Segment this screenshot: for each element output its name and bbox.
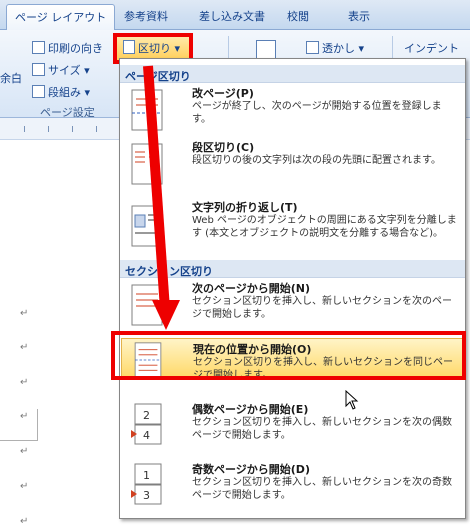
orientation-label: 印刷の向き [48,42,103,55]
menu-item-odd-page[interactable]: 1 3 奇数ページから開始(D) セクション区切りを挿入し、新しいセクションを次… [121,459,464,511]
page-icon [256,40,276,60]
orientation-icon [32,41,45,54]
tab-mailings[interactable]: 差し込み文書 [199,8,265,24]
highlight-box [111,331,466,380]
menu-item-description: Web ページのオブジェクトの周囲にある文字列を分離します (本文とオブジェクト… [192,215,457,239]
mouse-cursor-icon [345,390,359,410]
svg-text:3: 3 [143,489,150,502]
size-label: サイズ [48,64,81,77]
tab-review[interactable]: 校閲 [287,8,309,24]
paragraph-mark: ↵ [20,308,29,319]
menu-item-title: 奇数ページから開始(D) [192,463,310,476]
size-button[interactable]: サイズ ▾ [32,62,90,78]
orientation-button[interactable]: 印刷の向き [32,40,103,56]
page-size-icon [32,63,45,76]
watermark-icon [306,41,319,54]
paragraph-mark: ↵ [20,446,29,457]
menu-item-description: セクション区切りを挿入し、新しいセクションを次のページで開始します。 [192,296,452,320]
margins-button[interactable]: 余白 [0,70,22,86]
menu-header-section-breaks: セクション区切り [120,260,465,278]
watermark-label: 透かし [322,42,355,55]
tab-references[interactable]: 参考資料 [124,8,168,24]
menu-item-title: 次のページから開始(N) [192,282,311,295]
menu-item-description: ページが終了し、次のページが開始する位置を登録します。 [192,101,442,125]
tab-page-layout[interactable]: ページ レイアウト [6,4,116,31]
paragraph-mark: ↵ [20,516,29,527]
svg-text:4: 4 [143,429,150,442]
red-arrow-head [152,300,180,330]
even-page-section-icon: 2 4 [131,403,162,445]
tab-view[interactable]: 表示 [348,8,370,24]
menu-item-description: セクション区切りを挿入し、新しいセクションを次の偶数ページで開始します。 [192,417,452,441]
ribbon-tab-bar: ページ レイアウト 参考資料 差し込み文書 校閲 表示 [0,0,470,31]
menu-item-title: 文字列の折り返し(T) [192,201,298,214]
paragraph-mark: ↵ [20,342,29,353]
ruler-tick [96,126,97,132]
menu-item-page-break[interactable]: 改ページ(P) ページが終了し、次のページが開始する位置を登録します。 [121,83,464,133]
menu-item-description: 段区切りの後の文字列は次の段の先頭に配置されます。 [192,155,441,166]
menu-item-title: 改ページ(P) [192,87,254,100]
breaks-label: 区切り [138,42,171,55]
columns-button[interactable]: 段組み ▾ [32,84,90,100]
paragraph-mark: ↵ [20,411,29,422]
menu-item-column-break[interactable]: 段区切り(C) 段区切りの後の文字列は次の段の先頭に配置されます。 [121,137,464,195]
columns-label: 段組み [48,86,81,99]
breaks-dropdown-menu: ページ区切り 改ページ(P) ページが終了し、次のページが開始する位置を登録しま… [119,58,466,519]
chevron-down-icon: ▾ [174,42,181,55]
menu-item-title: 偶数ページから開始(E) [192,403,309,416]
ruler-tick [72,126,73,132]
indent-label: インデント [404,42,459,55]
svg-text:2: 2 [143,409,150,422]
paragraph-mark: ↵ [20,377,29,388]
page-corner [0,409,38,441]
svg-text:1: 1 [143,469,150,482]
ruler-tick [48,126,49,132]
ruler-tick [24,126,25,132]
menu-item-title: 段区切り(C) [192,141,255,154]
page-break-icon [123,40,135,54]
menu-item-even-page[interactable]: 2 4 偶数ページから開始(E) セクション区切りを挿入し、新しいセクションを次… [121,399,464,451]
chevron-down-icon: ▾ [84,86,91,99]
chevron-down-icon: ▾ [358,42,365,55]
menu-header-page-breaks: ページ区切り [120,65,465,83]
menu-item-text-wrapping-break[interactable]: 文字列の折り返し(T) Web ページのオブジェクトの周囲にある文字列を分離しま… [121,197,464,257]
paragraph-mark: ↵ [20,481,29,492]
menu-item-description: セクション区切りを挿入し、新しいセクションを次の奇数ページで開始します。 [192,477,452,501]
odd-page-section-icon: 1 3 [131,463,162,505]
chevron-down-icon: ▾ [84,64,90,77]
columns-icon [32,85,45,98]
watermark-button[interactable]: 透かし ▾ [306,40,364,56]
